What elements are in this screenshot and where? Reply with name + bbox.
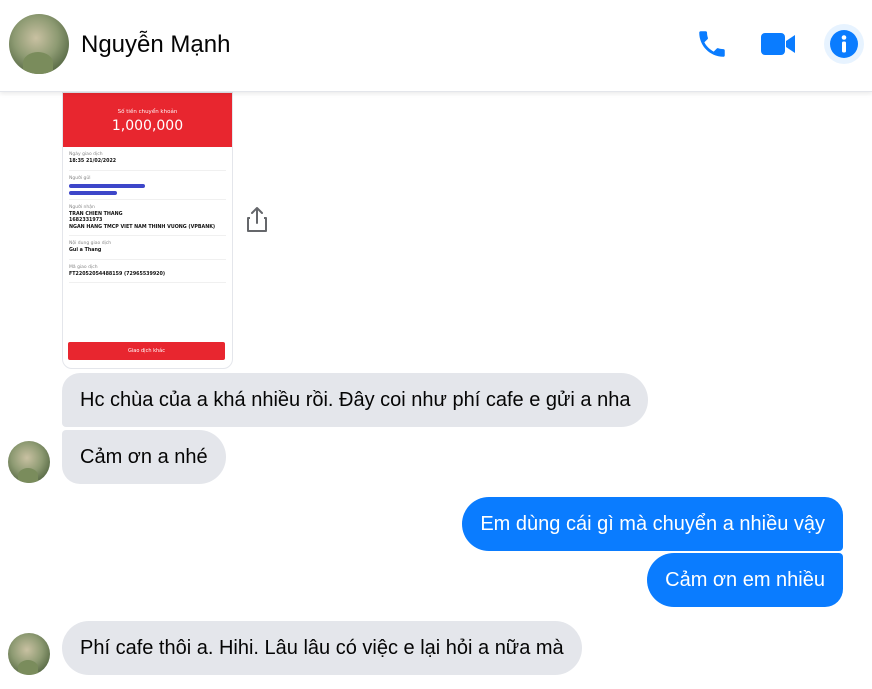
receipt-row-sender: Người gửi (69, 171, 226, 200)
message-list[interactable]: Số tiền chuyển khoản 1,000,000 Ngày giao… (0, 92, 872, 689)
message-bubble-incoming[interactable]: Phí cafe thôi a. Hihi. Lâu lâu có việc e… (62, 621, 582, 675)
info-icon (830, 30, 858, 58)
share-icon (247, 207, 267, 232)
receipt-row-recipient: Người nhận TRAN CHIEN THANG 1682331973 N… (69, 200, 226, 236)
video-call-button[interactable] (758, 24, 798, 64)
amount-label: Số tiền chuyển khoản (117, 109, 178, 115)
redacted-line (69, 190, 117, 195)
sender-label: Người gửi (69, 175, 91, 181)
recipient-bank: NGAN HANG TMCP VIET NAM THINH VUONG (VPB… (69, 224, 216, 230)
redacted-line (69, 183, 145, 188)
message-bubble-outgoing[interactable]: Cảm ơn em nhiều (647, 553, 843, 607)
phone-icon (699, 31, 725, 57)
receipt-row-date: Ngày giao dịch 18:35 21/02/2022 (69, 147, 226, 171)
video-camera-icon (761, 33, 795, 55)
contact-avatar[interactable] (9, 14, 69, 74)
content-label: Nội dung giao dịch (69, 241, 112, 246)
share-button[interactable] (244, 206, 270, 234)
message-bubble-outgoing[interactable]: Em dùng cái gì mà chuyển a nhiều vậy (462, 497, 843, 551)
content-value: Gui a Thang (69, 248, 102, 253)
code-value: FT22052054488159 (72965539920) (69, 271, 166, 277)
contact-name[interactable]: Nguyễn Mạnh (81, 31, 230, 59)
sender-avatar[interactable] (8, 441, 50, 483)
conversation-info-button[interactable] (824, 24, 864, 64)
phone-call-button[interactable] (692, 24, 732, 64)
conversation-header: Nguyễn Mạnh (0, 0, 872, 92)
receipt-amount-banner: Số tiền chuyển khoản 1,000,000 (63, 93, 232, 147)
message-bubble-incoming[interactable]: Hc chùa của a khá nhiều rồi. Đây coi như… (62, 373, 649, 427)
amount-value: 1,000,000 (111, 118, 184, 134)
transfer-receipt-image[interactable]: Số tiền chuyển khoản 1,000,000 Ngày giao… (62, 92, 233, 369)
recipient-label: Người nhận (69, 204, 95, 210)
sender-avatar[interactable] (8, 633, 50, 675)
date-value: 18:35 21/02/2022 (69, 159, 117, 164)
code-label: Mã giao dịch (69, 264, 98, 270)
date-label: Ngày giao dịch (69, 152, 103, 157)
receipt-row-code: Mã giao dịch FT22052054488159 (729655399… (69, 260, 226, 283)
receipt-other-transaction-button: Giao dịch khác (68, 342, 225, 360)
receipt-row-content: Nội dung giao dịch Gui a Thang (69, 236, 226, 260)
message-bubble-incoming[interactable]: Cảm ơn a nhé (62, 430, 226, 484)
